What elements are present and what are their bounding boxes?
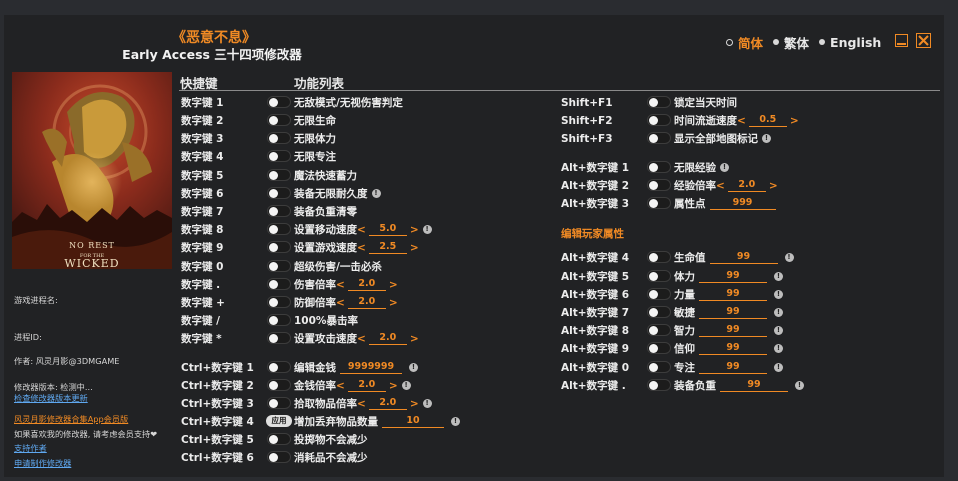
value-input[interactable]: 99 — [699, 288, 767, 301]
feature-name: 敏捷 — [674, 307, 695, 319]
hotkey-label: Alt+数字键 5 — [561, 271, 630, 283]
value-input[interactable]: 99 — [699, 270, 767, 283]
feature-row: Alt+数字键 6 力量 99! — [4, 286, 944, 303]
feature-name: 信仰 — [674, 343, 695, 355]
feature-toggle[interactable] — [647, 251, 671, 263]
feature-row: Alt+数字键 9 信仰 99! — [4, 340, 944, 357]
info-icon[interactable]: ! — [795, 381, 804, 390]
feature-toggle[interactable] — [647, 324, 671, 336]
value-input[interactable]: 99 — [709, 251, 778, 264]
hotkey-label: Alt+数字键 4 — [561, 252, 630, 264]
hotkey-label: Alt+数字键 7 — [561, 307, 630, 319]
feature-name-wrap: 体力 99! — [674, 269, 783, 284]
feature-row: Alt+数字键 4 生命值 99! — [4, 249, 944, 266]
value-input[interactable]: 99 — [699, 306, 767, 319]
feature-name-wrap: 专注 99! — [674, 360, 783, 375]
info-icon[interactable]: ! — [784, 253, 794, 262]
feature-name: 体力 — [674, 271, 695, 283]
info-icon[interactable]: ! — [774, 290, 783, 299]
feature-name-wrap: 智力 99! — [674, 323, 783, 338]
info-icon[interactable]: ! — [774, 326, 783, 335]
value-input[interactable]: 99 — [699, 324, 767, 337]
feature-name: 智力 — [674, 325, 695, 337]
feature-row: Alt+数字键 . 装备负重 99! — [4, 377, 944, 394]
feature-row: Alt+数字键 0 专注 99! — [4, 359, 944, 376]
feature-toggle[interactable] — [647, 361, 671, 373]
info-icon[interactable]: ! — [774, 272, 783, 281]
feature-name-wrap: 信仰 99! — [674, 341, 783, 356]
feature-name: 装备负重 — [674, 380, 716, 392]
hotkey-label: Alt+数字键 . — [561, 380, 626, 392]
feature-row: Alt+数字键 5 体力 99! — [4, 268, 944, 285]
feature-name-wrap: 力量 99! — [674, 287, 783, 302]
feature-row: Alt+数字键 7 敏捷 99! — [4, 304, 944, 321]
hotkey-label: Alt+数字键 9 — [561, 343, 630, 355]
trainer-window: 《恶意不息》 Early Access 三十四项修改器 简体 繁体 Englis… — [4, 15, 944, 477]
value-input[interactable]: 99 — [699, 342, 767, 355]
hotkey-label: Alt+数字键 0 — [561, 362, 630, 374]
feature-name-wrap: 敏捷 99! — [674, 305, 783, 320]
feature-name-wrap: 生命值 99! — [674, 250, 794, 265]
value-input[interactable]: 99 — [699, 361, 767, 374]
feature-toggle[interactable] — [647, 342, 671, 354]
info-icon[interactable]: ! — [774, 308, 783, 317]
feature-row: Alt+数字键 8 智力 99! — [4, 322, 944, 339]
feature-toggle[interactable] — [647, 288, 671, 300]
value-input[interactable]: 99 — [720, 379, 788, 392]
feature-name-wrap: 装备负重 99! — [674, 378, 804, 393]
hotkey-label: Alt+数字键 8 — [561, 325, 630, 337]
feature-toggle[interactable] — [647, 306, 671, 318]
info-icon[interactable]: ! — [774, 363, 783, 372]
feature-name: 力量 — [674, 289, 695, 301]
player-attributes-list: Alt+数字键 4 生命值 99! Alt+数字键 5 体力 99! Alt+数字键 6 力量… — [4, 15, 944, 477]
feature-toggle[interactable] — [647, 379, 671, 391]
feature-name: 专注 — [674, 362, 695, 374]
feature-name: 生命值 — [674, 252, 706, 264]
info-icon[interactable]: ! — [774, 344, 783, 353]
feature-toggle[interactable] — [647, 270, 671, 282]
hotkey-label: Alt+数字键 6 — [561, 289, 630, 301]
